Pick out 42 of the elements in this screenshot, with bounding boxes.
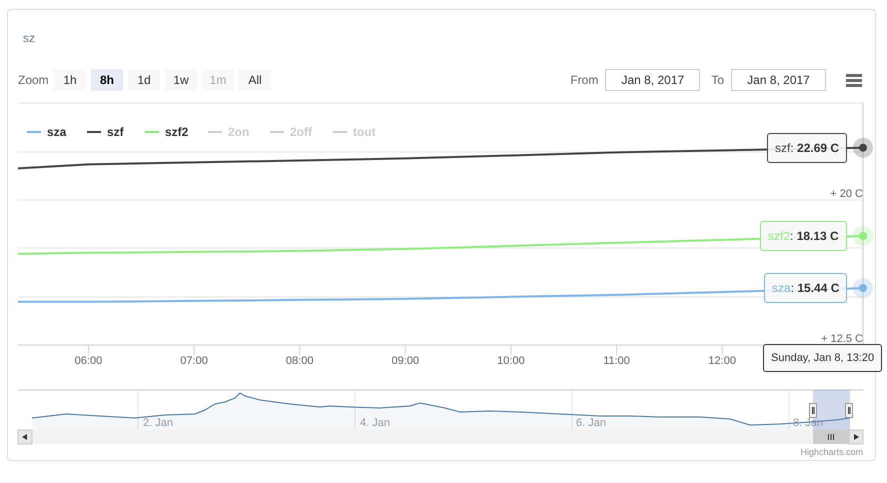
navigator-handle[interactable] [845,403,853,418]
to-label: To [711,72,724,89]
navigator-date-label: 6. Jan [576,417,606,429]
navigator-handle[interactable] [809,403,817,418]
navigator-date-label: 4. Jan [360,417,390,429]
x-axis-label: 06:00 [74,355,102,367]
zoom-button[interactable]: 1h [54,69,86,91]
series-tooltip: sza: 15.44 C [764,273,848,303]
x-axis-label: 07:00 [180,355,208,367]
legend-item[interactable]: szf [87,125,124,139]
point-marker [853,226,873,246]
series-tooltip: szf2: 18.13 C [760,221,847,251]
legend-item[interactable]: szf2 [145,125,188,139]
legend-label: szf [107,125,125,139]
x-axis-label: 08:00 [286,355,314,367]
navigator-date-label: 2. Jan [143,417,173,429]
y-axis-label: + 20 C [830,188,863,200]
time-tooltip: Sunday, Jan 8, 13:20 [763,344,882,372]
point-marker [853,278,873,298]
zoom-button[interactable]: 1d [128,69,160,91]
x-axis-label: 11:00 [603,355,630,367]
from-label: From [570,72,598,89]
to-date-field[interactable]: Jan 8, 2017 [731,69,826,91]
legend-item[interactable]: sza [27,125,66,139]
x-axis-label: 10:00 [497,355,525,367]
zoom-button[interactable]: All [239,69,271,91]
scroll-left-button[interactable] [18,430,32,444]
menu-icon[interactable] [846,74,862,86]
x-axis-label: 12:00 [708,355,736,367]
scroll-right-button[interactable] [848,430,864,444]
zoom-button[interactable]: 1w [165,69,197,91]
zoom-label: Zoom [18,72,49,89]
x-axis-label: 09:00 [392,355,420,367]
chart-title: sz [23,31,35,45]
zoom-button[interactable]: 8h [91,69,123,91]
y-axis-label: + 12.5 C [821,333,863,345]
point-marker [853,138,873,158]
scrollbar-thumb[interactable] [813,430,849,444]
legend-label: szf2 [165,125,189,139]
legend-label: sza [47,125,67,139]
from-date-field[interactable]: Jan 8, 2017 [605,69,700,91]
series-tooltip: szf: 22.69 C [767,133,848,163]
